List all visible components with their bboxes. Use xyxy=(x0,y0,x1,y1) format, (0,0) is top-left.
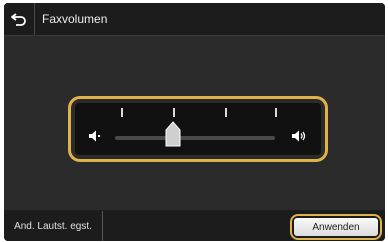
title-bar: Faxvolumen xyxy=(4,3,385,36)
touch-screen: Faxvolumen And. Lautst. egst. Anwenden xyxy=(4,3,385,241)
level-tick xyxy=(225,108,227,117)
back-arrow-icon xyxy=(11,13,26,26)
level-tick xyxy=(275,108,277,117)
change-volume-settings-button[interactable]: And. Lautst. egst. xyxy=(4,211,103,241)
apply-button[interactable]: Anwenden xyxy=(294,218,378,236)
device-frame: Faxvolumen And. Lautst. egst. Anwenden xyxy=(0,0,388,242)
back-button[interactable] xyxy=(4,3,35,35)
bottom-bar: And. Lautst. egst. Anwenden xyxy=(4,211,385,241)
slider-track[interactable] xyxy=(115,136,275,140)
speaker-low-icon[interactable] xyxy=(88,129,102,148)
page-title: Faxvolumen xyxy=(42,12,108,26)
speaker-high-icon[interactable] xyxy=(291,129,307,148)
volume-slider-highlight xyxy=(68,96,328,162)
volume-slider[interactable] xyxy=(75,103,321,155)
main-content xyxy=(4,36,385,210)
level-tick xyxy=(121,108,123,117)
level-tick xyxy=(173,108,175,117)
apply-button-highlight: Anwenden xyxy=(290,214,382,240)
slider-thumb[interactable] xyxy=(165,121,181,147)
